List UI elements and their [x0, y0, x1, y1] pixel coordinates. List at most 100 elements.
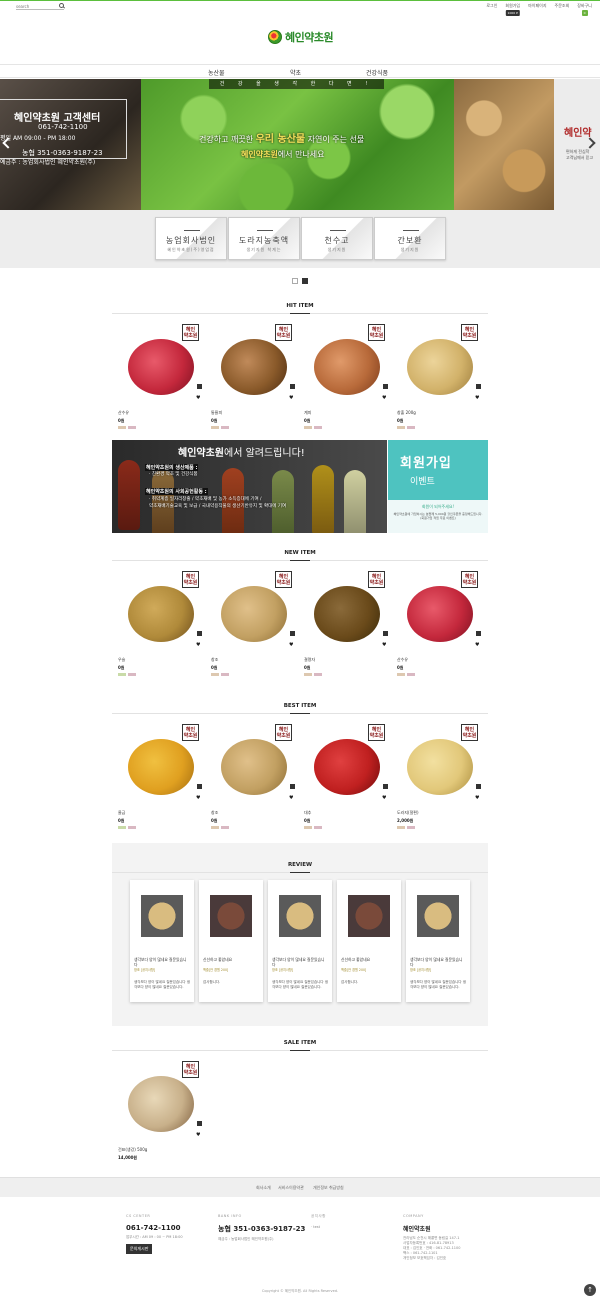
heart-icon[interactable]: ♥: [196, 396, 202, 401]
cart-icon[interactable]: [383, 784, 388, 789]
signup-event-banner[interactable]: 회원가입 이벤트 회원이 되어주세요! 혜인약초원에 가입하시는 분들께 5,0…: [388, 440, 488, 533]
search-input[interactable]: [16, 3, 54, 9]
grid-view-icon[interactable]: [302, 278, 308, 284]
heart-icon[interactable]: ♥: [382, 796, 388, 801]
notice-head-products: 혜인약초원의 생산제품 :: [145, 464, 199, 471]
login-link[interactable]: 로그인: [482, 3, 501, 9]
product-card[interactable]: 혜인 약초원 ♥ 도라지(절편) 2,000원: [397, 721, 483, 829]
logo-emblem-icon: [268, 30, 282, 44]
review-section-header: REVIEW: [112, 862, 488, 873]
product-card[interactable]: 혜인 약초원 ♥ 창조 0원: [211, 721, 297, 829]
product-card[interactable]: 혜인 약초원 ♥ 건표(생강) 500g 14,000원: [118, 1058, 204, 1161]
review-card[interactable]: 생각보다 양이 많네요 질문있습니다 창조 [공지사항] 생각보다 양이 많네요 질…: [268, 880, 332, 1002]
new-section-header: NEW ITEM: [112, 550, 488, 561]
heart-icon[interactable]: ♥: [382, 643, 388, 648]
section-title: REVIEW: [287, 862, 313, 868]
product-card[interactable]: 혜인 약초원 ♥ 창출 200g 0원: [397, 321, 483, 429]
cart-icon[interactable]: [290, 631, 295, 636]
search-box[interactable]: [16, 3, 64, 10]
heart-icon[interactable]: ♥: [196, 796, 202, 801]
footer: CS CENTER 061-742-1100 업무시간 : AM 09 : 00…: [0, 1197, 600, 1300]
banner-strip: 건 강 을 생 각 한 다 면 !: [209, 79, 384, 89]
notice-item-social-2: 약초재배기술교육 및 보급 / 국내약용작물의 생산기반유지 및 확대에 기여: [149, 504, 287, 509]
product-card[interactable]: 혜인 약초원 ♥ 창조 0원: [211, 568, 297, 676]
footer-link-terms[interactable]: 서비스이용약관: [278, 1185, 304, 1191]
product-card[interactable]: 혜인 약초원 ♥ 산수유 0원: [397, 568, 483, 676]
category-doraji[interactable]: 도라지농축액 생기지원 착계는: [228, 217, 300, 260]
section-title: SALE ITEM: [283, 1040, 317, 1046]
banner-slide-cs: 혜인약초원 고객센터 061-742-1100 평일 AM 09:00 - PM…: [0, 79, 141, 210]
footer-company: COMPANY 혜인약초원 전라남도 순천시 해룡면 동림길 147-1 사업자…: [403, 1214, 461, 1260]
footer-link-privacy[interactable]: 개인정보 취급방침: [313, 1185, 344, 1191]
cart-icon[interactable]: [197, 1121, 202, 1126]
brand-stamp: 혜인 약초원: [461, 324, 478, 341]
cart-icon[interactable]: [197, 384, 202, 389]
heart-icon[interactable]: ♥: [382, 396, 388, 401]
heart-icon[interactable]: ♥: [289, 796, 295, 801]
order-lookup-link[interactable]: 주문조회: [551, 3, 574, 9]
nav-health-food[interactable]: 건강식품: [366, 68, 388, 77]
nav-herbs[interactable]: 약초: [290, 68, 301, 77]
heart-icon[interactable]: ♥: [475, 643, 481, 648]
join-link[interactable]: 회원가입 1000 P: [501, 3, 524, 16]
category-company[interactable]: 농업회사법인 혜인약초원(주)영업점: [155, 217, 227, 260]
review-card[interactable]: 신선하고 좋았네요 백출[안 경원 200] 감사합니다.: [337, 880, 401, 1002]
main-banner-slider[interactable]: 혜인약초원 고객센터 061-742-1100 평일 AM 09:00 - PM…: [0, 79, 600, 210]
event-caption: 회원이 되어주세요!: [421, 504, 455, 509]
product-card[interactable]: 혜인 약초원 ♥ 울금 0원: [118, 721, 204, 829]
footer-notice-item[interactable]: · test: [311, 1225, 326, 1230]
heart-icon[interactable]: ♥: [475, 796, 481, 801]
notice-item-products: · 친환경 약초 및 건강식품: [149, 472, 198, 477]
section-title: BEST ITEM: [283, 703, 317, 709]
brand-stamp: 혜인 약초원: [182, 724, 199, 741]
banner-cs-title: 혜인약초원 고객센터: [14, 113, 101, 124]
main-navigation: 농산물 약초 건강식품: [0, 64, 600, 78]
cart-count-badge: 0: [581, 10, 588, 16]
top-menu: 로그인 회원가입 1000 P 마이페이지 주문조회 장바구니 0: [482, 3, 596, 16]
category-ganbohwan[interactable]: 간보환 생기지원: [374, 217, 446, 260]
product-card[interactable]: 혜인 약초원 ♥ 우슬 0원: [118, 568, 204, 676]
review-card[interactable]: 생각보다 양이 많네요 질문있습니다 창조 [공지사항] 생각보다 양이 많네요 질…: [130, 880, 194, 1002]
cart-icon[interactable]: [476, 631, 481, 636]
product-card[interactable]: 혜인 약초원 ♥ 대추 0원: [304, 721, 390, 829]
cart-icon[interactable]: [290, 784, 295, 789]
review-section: REVIEW 생각보다 양이 많네요 질문있습니다 창조 [공지사항] 생각보다 양…: [112, 843, 488, 1026]
cart-icon[interactable]: [197, 784, 202, 789]
site-logo[interactable]: 혜인약초원: [268, 29, 334, 45]
cart-link[interactable]: 장바구니 0: [573, 3, 596, 16]
banner-cs-holder: 예금주 : 농업회사법인 혜인약초원(주): [0, 159, 96, 166]
sale-section-header: SALE ITEM: [112, 1040, 488, 1051]
heart-icon[interactable]: ♥: [196, 643, 202, 648]
review-card[interactable]: 생각보다 양이 많네요 질문있습니다 창조 [공지사항] 생각보다 양이 많네요 질…: [406, 880, 470, 1002]
brand-stamp: 혜인 약초원: [368, 324, 385, 341]
copyright: Copyright © 혜인약초원. All Rights Reserved.: [261, 1289, 339, 1293]
scroll-to-top-icon[interactable]: ↑: [584, 1284, 596, 1296]
event-subtitle: 이벤트: [410, 477, 435, 487]
product-card[interactable]: 혜인 약초원 ♥ 산수유 0원: [118, 321, 204, 429]
product-card[interactable]: 혜인 약초원 ♥ 통율피 0원: [211, 321, 297, 429]
heart-icon[interactable]: ♥: [289, 396, 295, 401]
cart-icon[interactable]: [476, 784, 481, 789]
nav-agri[interactable]: 농산물: [208, 68, 225, 77]
search-icon[interactable]: [59, 3, 64, 8]
heart-icon[interactable]: ♥: [475, 396, 481, 401]
notice-banner[interactable]: 혜인약초원에서 알려드립니다! 혜인약초원의 생산제품 : · 친환경 약초 및…: [112, 440, 387, 533]
list-view-icon[interactable]: [292, 278, 298, 284]
banner-cs-phone: 061-742-1100: [38, 123, 88, 131]
category-cheonsugo[interactable]: 천수고 생기지원: [301, 217, 373, 260]
cart-icon[interactable]: [383, 631, 388, 636]
inquiry-board-button[interactable]: 문의게시판: [126, 1244, 153, 1254]
footer-links: 회사소개 서비스이용약관 개인정보 취급방침: [0, 1177, 600, 1197]
heart-icon[interactable]: ♥: [289, 643, 295, 648]
heart-icon[interactable]: ♥: [196, 1133, 202, 1138]
mypage-link[interactable]: 마이페이지: [524, 3, 550, 9]
cart-icon[interactable]: [476, 384, 481, 389]
cart-icon[interactable]: [290, 384, 295, 389]
cart-icon[interactable]: [383, 384, 388, 389]
review-card[interactable]: 신선하고 좋았네요 백출[안 경원 200] 감사합니다.: [199, 880, 263, 1002]
hit-section-header: HIT ITEM: [112, 303, 488, 314]
cart-icon[interactable]: [197, 631, 202, 636]
product-card[interactable]: 혜인 약초원 ♥ 계피 0원: [304, 321, 390, 429]
footer-link-about[interactable]: 회사소개: [256, 1185, 271, 1191]
product-card[interactable]: 혜인 약초원 ♥ 결명자 0원: [304, 568, 390, 676]
